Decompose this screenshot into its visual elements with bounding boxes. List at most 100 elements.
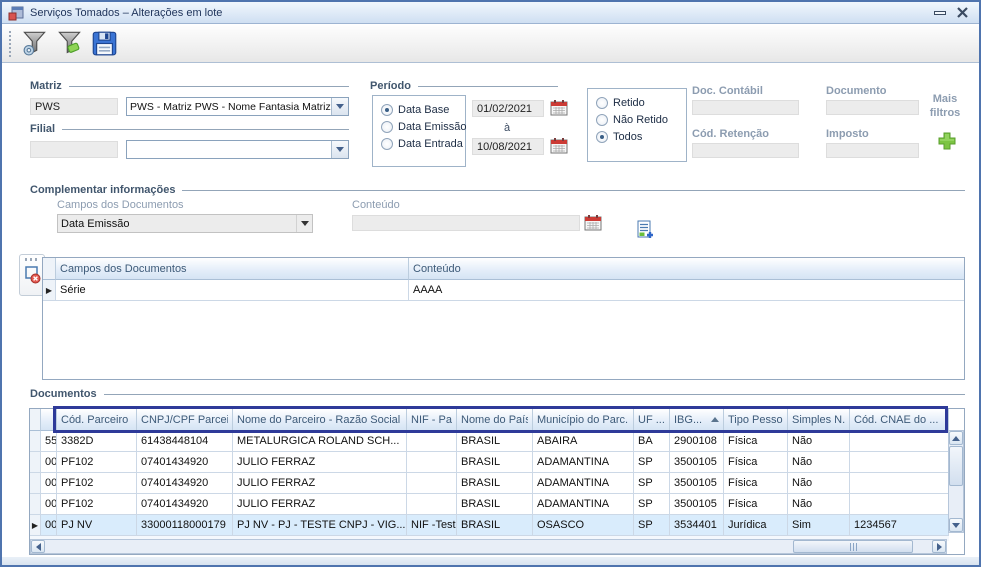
column-header[interactable]: Campos dos Documentos [56,258,409,280]
mais-filtros-button[interactable] [938,132,956,155]
cell-pais[interactable]: BRASIL [457,494,533,515]
cell-nome[interactable]: METALURGICA ROLAND SCH... [233,431,407,452]
column-header[interactable]: CNPJ/CPF Parceiro [137,409,233,431]
scroll-right-button[interactable] [932,540,946,553]
cell-cnae[interactable] [850,452,949,473]
cell-simples[interactable]: Não [788,452,850,473]
cell-ibge[interactable]: 3534401 [670,515,724,536]
radio-data-emissao[interactable]: Data Emissão [381,121,465,133]
column-header[interactable]: IBG... [670,409,724,431]
minimize-button[interactable] [929,5,951,21]
cell-uf[interactable]: SP [634,473,670,494]
cell-filial[interactable]: 55 [41,431,57,452]
cell-tipo[interactable]: Física [724,452,788,473]
cell-cnae[interactable] [850,431,949,452]
row-indicator-cell[interactable] [30,431,41,452]
column-header[interactable]: Município do Parc... [533,409,634,431]
campos-dropdown-button[interactable] [296,215,312,232]
cod-retencao-field[interactable] [692,143,799,158]
table-row[interactable]: 553382D61438448104METALURGICA ROLAND SCH… [30,431,964,452]
filial-combobox[interactable] [126,140,349,159]
cell-municipio[interactable]: ADAMANTINA [533,473,634,494]
cell-ibge[interactable]: 3500105 [670,494,724,515]
cell-filial[interactable]: 00 [41,452,57,473]
cell-uf[interactable]: SP [634,515,670,536]
cell-simples[interactable]: Sim [788,515,850,536]
column-header[interactable]: Conteúdo [409,258,964,280]
cell-filial[interactable]: 00 [41,473,57,494]
radio-retido[interactable]: Retido [596,97,686,109]
cell-municipio[interactable]: ABAIRA [533,431,634,452]
cell-nif[interactable] [407,494,457,515]
radio-data-entrada[interactable]: Data Entrada [381,138,465,150]
table-row[interactable]: 00PF10207401434920JULIO FERRAZBRASILADAM… [30,452,964,473]
cell-municipio[interactable]: OSASCO [533,515,634,536]
title-bar[interactable]: Serviços Tomados – Alterações em lote [2,2,979,24]
doc-contabil-field[interactable] [692,100,799,115]
column-header[interactable]: UF ... [634,409,670,431]
cell-cnpj[interactable]: 07401434920 [137,494,233,515]
cell-pais[interactable]: BRASIL [457,473,533,494]
matriz-code-field[interactable]: PWS [30,98,118,115]
imposto-field[interactable] [826,143,919,158]
filial-column-header[interactable] [41,409,57,431]
conteudo-field[interactable] [352,215,580,231]
scroll-up-button[interactable] [949,431,963,445]
row-indicator-cell[interactable]: ▶ [30,515,41,536]
cell-nome[interactable]: JULIO FERRAZ [233,452,407,473]
cell-cod[interactable]: PJ NV [57,515,137,536]
column-header[interactable]: Tipo Pessoa [724,409,788,431]
table-row[interactable]: ▶00PJ NV33000118000179PJ NV - PJ - TESTE… [30,515,964,536]
cell-conteudo[interactable]: AAAA [409,280,964,301]
table-row[interactable]: 00PF10207401434920JULIO FERRAZBRASILADAM… [30,473,964,494]
scroll-left-button[interactable] [31,540,45,553]
cell-ibge[interactable]: 2900108 [670,431,724,452]
cell-cnpj[interactable]: 33000118000179 [137,515,233,536]
filial-dropdown-button[interactable] [331,141,348,158]
cell-tipo[interactable]: Física [724,431,788,452]
cell-cnae[interactable]: 1234567 [850,515,949,536]
cell-pais[interactable]: BRASIL [457,431,533,452]
close-button[interactable] [951,5,973,21]
horizontal-scroll-thumb[interactable] [793,540,913,553]
cell-cod[interactable]: PF102 [57,452,137,473]
filter-clear-button[interactable] [53,29,85,59]
date-from-calendar-button[interactable] [550,99,568,122]
cell-nif[interactable]: NIF -Teste [407,515,457,536]
matriz-combobox[interactable]: PWS - Matriz PWS - Nome Fantasia Matriz … [126,97,349,116]
cell-cod[interactable]: 3382D [57,431,137,452]
table-row[interactable]: 00PF10207401434920JULIO FERRAZBRASILADAM… [30,494,964,515]
campos-documentos-combobox[interactable]: Data Emissão [57,214,313,233]
cell-ibge[interactable]: 3500105 [670,473,724,494]
date-to-calendar-button[interactable] [550,137,568,160]
cell-cnpj[interactable]: 61438448104 [137,431,233,452]
conteudo-calendar-button[interactable] [584,214,602,237]
column-header[interactable]: Cód. Parceiro [57,409,137,431]
column-header[interactable]: Nome do País [457,409,533,431]
horizontal-scrollbar[interactable] [30,539,947,554]
cell-ibge[interactable]: 3500105 [670,452,724,473]
cell-municipio[interactable]: ADAMANTINA [533,452,634,473]
documento-field[interactable] [826,100,919,115]
cell-uf[interactable]: SP [634,452,670,473]
row-indicator-cell[interactable] [30,494,41,515]
column-header[interactable]: Nome do Parceiro - Razão Social [233,409,407,431]
table-row[interactable]: ▶ Série AAAA [43,280,964,301]
toolbar-grip[interactable] [9,31,12,57]
cell-tipo[interactable]: Física [724,473,788,494]
cell-cnae[interactable] [850,473,949,494]
cell-simples[interactable]: Não [788,494,850,515]
add-field-button[interactable] [635,220,655,245]
cell-cnpj[interactable]: 07401434920 [137,473,233,494]
cell-tipo[interactable]: Jurídica [724,515,788,536]
cell-cnae[interactable] [850,494,949,515]
column-header[interactable]: Simples N... [788,409,850,431]
cell-tipo[interactable]: Física [724,494,788,515]
cell-nome[interactable]: JULIO FERRAZ [233,494,407,515]
vertical-scrollbar[interactable] [948,430,964,533]
cell-filial[interactable]: 00 [41,494,57,515]
cell-nif[interactable] [407,452,457,473]
cell-simples[interactable]: Não [788,431,850,452]
save-button[interactable] [88,29,120,59]
radio-data-base[interactable]: Data Base [381,104,465,116]
